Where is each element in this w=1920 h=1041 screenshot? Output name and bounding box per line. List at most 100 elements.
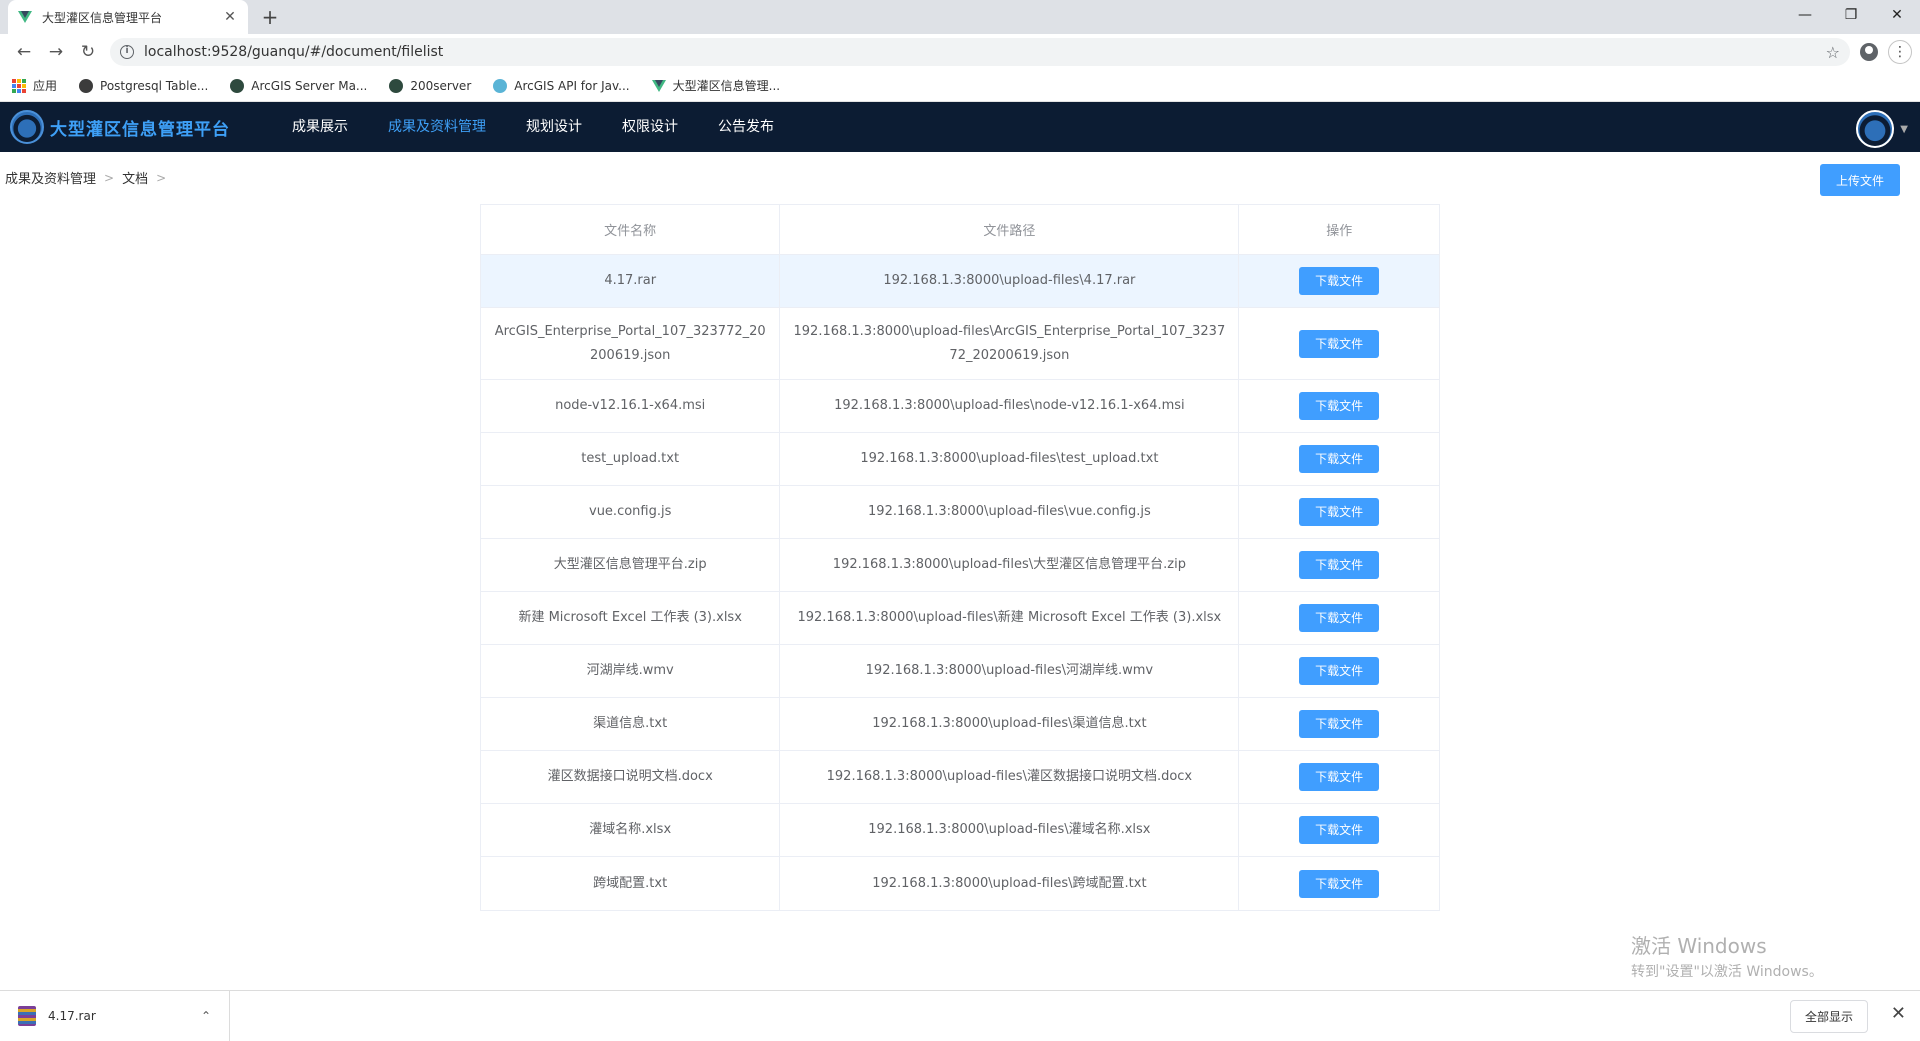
bookmark-apps[interactable]: 应用 xyxy=(12,77,57,94)
table-row: vue.config.js 192.168.1.3:8000\upload-fi… xyxy=(481,486,1439,539)
arcgis-api-icon xyxy=(493,78,508,93)
bookmark-postgresql[interactable]: Postgresql Table... xyxy=(79,78,208,93)
breadcrumb-item[interactable]: 成果及资料管理 xyxy=(5,168,96,187)
minimize-icon[interactable]: — xyxy=(1782,0,1828,30)
file-name-cell: ArcGIS_Enterprise_Portal_107_323772_2020… xyxy=(481,308,781,379)
file-path-cell: 192.168.1.3:8000\upload-files\vue.config… xyxy=(780,486,1240,538)
main-nav: 成果展示 成果及资料管理 规划设计 权限设计 公告发布 xyxy=(272,102,794,152)
bookmark-arcgis-api[interactable]: ArcGIS API for Jav... xyxy=(493,78,630,93)
file-path-cell: 192.168.1.3:8000\upload-files\大型灌区信息管理平台… xyxy=(780,539,1240,591)
actions-cell: 下载文件 xyxy=(1239,486,1439,538)
user-menu[interactable]: ▼ xyxy=(1856,110,1908,148)
reload-icon[interactable]: ↻ xyxy=(72,38,104,66)
arcgis-globe-icon xyxy=(389,78,404,93)
download-file-button[interactable]: 下载文件 xyxy=(1299,329,1380,358)
upload-file-button[interactable]: 上传文件 xyxy=(1820,164,1900,196)
new-tab-button[interactable]: + xyxy=(258,5,282,29)
app-header: 大型灌区信息管理平台 成果展示 成果及资料管理 规划设计 权限设计 公告发布 ▼ xyxy=(0,102,1920,152)
nav-item-announcement[interactable]: 公告发布 xyxy=(698,102,794,152)
file-name-cell: 渠道信息.txt xyxy=(481,698,781,750)
browser-tab-strip: 大型灌区信息管理平台 ✕ + — ❐ ✕ xyxy=(0,0,1920,34)
table-row: test_upload.txt 192.168.1.3:8000\upload-… xyxy=(481,433,1439,486)
restore-icon[interactable]: ❐ xyxy=(1828,0,1874,30)
tab-close-icon[interactable]: ✕ xyxy=(222,9,238,25)
table-row: 新建 Microsoft Excel 工作表 (3).xlsx 192.168.… xyxy=(481,592,1439,645)
download-file-button[interactable]: 下载文件 xyxy=(1299,710,1380,738)
file-name-cell: 跨域配置.txt xyxy=(481,857,781,910)
profile-icon[interactable] xyxy=(1860,43,1878,61)
bookmark-200server[interactable]: 200server xyxy=(389,78,472,93)
file-table: 文件名称 文件路径 操作 4.17.rar 192.168.1.3:8000\u… xyxy=(480,204,1440,911)
vue-favicon-icon xyxy=(651,79,666,92)
chevron-up-icon[interactable]: ⌃ xyxy=(201,1009,211,1023)
download-item[interactable]: 4.17.rar ⌃ xyxy=(0,990,230,1041)
download-file-button[interactable]: 下载文件 xyxy=(1299,763,1380,791)
show-all-downloads-button[interactable]: 全部显示 xyxy=(1789,1000,1868,1033)
logo-text: 大型灌区信息管理平台 xyxy=(50,119,230,140)
actions-cell: 下载文件 xyxy=(1239,804,1439,856)
table-row: 大型灌区信息管理平台.zip 192.168.1.3:8000\upload-f… xyxy=(481,539,1439,592)
breadcrumb-item[interactable]: 文档 xyxy=(122,168,148,187)
close-window-icon[interactable]: ✕ xyxy=(1874,0,1920,30)
file-name-cell: 河湖岸线.wmv xyxy=(481,645,781,697)
url-text[interactable]: localhost:9528/guanqu/#/document/filelis… xyxy=(144,44,1826,60)
table-row: node-v12.16.1-x64.msi 192.168.1.3:8000\u… xyxy=(481,380,1439,433)
actions-cell: 下载文件 xyxy=(1239,698,1439,750)
nav-item-results-management[interactable]: 成果及资料管理 xyxy=(368,102,506,152)
download-file-button[interactable]: 下载文件 xyxy=(1299,392,1380,420)
rar-archive-icon xyxy=(18,1005,36,1026)
bookmark-label: 200server xyxy=(410,78,472,93)
download-shelf: 4.17.rar ⌃ 全部显示 ✕ xyxy=(0,990,1920,1041)
breadcrumb: 成果及资料管理 > 文档 > xyxy=(5,168,166,188)
window-controls: — ❐ ✕ xyxy=(1782,0,1920,30)
back-arrow-icon[interactable]: ← xyxy=(8,38,40,66)
nav-item-permission-design[interactable]: 权限设计 xyxy=(602,102,698,152)
avatar[interactable] xyxy=(1856,110,1895,148)
bookmark-star-icon[interactable]: ☆ xyxy=(1826,43,1840,62)
browser-tab[interactable]: 大型灌区信息管理平台 ✕ xyxy=(8,0,248,34)
file-path-cell: 192.168.1.3:8000\upload-files\test_uploa… xyxy=(780,433,1240,485)
forward-arrow-icon[interactable]: → xyxy=(40,38,72,66)
vue-favicon-icon xyxy=(18,11,32,23)
nav-item-results-display[interactable]: 成果展示 xyxy=(272,102,368,152)
download-file-button[interactable]: 下载文件 xyxy=(1299,551,1380,579)
download-file-button[interactable]: 下载文件 xyxy=(1299,498,1380,526)
app-logo[interactable]: 大型灌区信息管理平台 xyxy=(0,110,272,144)
download-file-button[interactable]: 下载文件 xyxy=(1299,445,1380,473)
tab-title: 大型灌区信息管理平台 xyxy=(42,10,163,25)
download-file-button[interactable]: 下载文件 xyxy=(1299,267,1380,295)
file-path-cell: 192.168.1.3:8000\upload-files\跨域配置.txt xyxy=(780,857,1240,910)
column-header-actions: 操作 xyxy=(1326,224,1353,239)
address-bar[interactable]: i localhost:9528/guanqu/#/document/filel… xyxy=(110,38,1850,66)
file-path-cell: 192.168.1.3:8000\upload-files\灌区数据接口说明文档… xyxy=(780,751,1240,803)
actions-cell: 下载文件 xyxy=(1239,645,1439,697)
site-info-icon[interactable]: i xyxy=(120,45,134,59)
actions-cell: 下载文件 xyxy=(1239,751,1439,803)
table-row: 4.17.rar 192.168.1.3:8000\upload-files\4… xyxy=(481,255,1439,308)
actions-cell: 下载文件 xyxy=(1239,380,1439,432)
bookmark-guanqu[interactable]: 大型灌区信息管理... xyxy=(651,77,781,94)
close-shelf-icon[interactable]: ✕ xyxy=(1891,1003,1906,1024)
watermark-subtitle: 转到"设置"以激活 Windows。 xyxy=(1631,964,1823,980)
file-name-cell: 大型灌区信息管理平台.zip xyxy=(481,539,781,591)
download-file-button[interactable]: 下载文件 xyxy=(1299,816,1380,844)
file-name-cell: node-v12.16.1-x64.msi xyxy=(481,380,781,432)
file-path-cell: 192.168.1.3:8000\upload-files\河湖岸线.wmv xyxy=(780,645,1240,697)
download-file-button[interactable]: 下载文件 xyxy=(1299,604,1380,632)
globe-icon xyxy=(79,78,94,93)
bookmark-arcgis-server[interactable]: ArcGIS Server Ma... xyxy=(230,78,367,93)
table-row: ArcGIS_Enterprise_Portal_107_323772_2020… xyxy=(481,308,1439,380)
bookmark-label: 大型灌区信息管理... xyxy=(672,79,781,93)
file-name-cell: vue.config.js xyxy=(481,486,781,538)
caret-down-icon[interactable]: ▼ xyxy=(1900,124,1908,135)
nav-item-planning-design[interactable]: 规划设计 xyxy=(506,102,602,152)
file-path-cell: 192.168.1.3:8000\upload-files\渠道信息.txt xyxy=(780,698,1240,750)
kebab-menu-icon[interactable]: ⋮ xyxy=(1888,40,1912,64)
column-header-path: 文件路径 xyxy=(780,205,1240,254)
download-file-button[interactable]: 下载文件 xyxy=(1299,869,1380,898)
file-path-cell: 192.168.1.3:8000\upload-files\新建 Microso… xyxy=(780,592,1240,644)
file-name-cell: 新建 Microsoft Excel 工作表 (3).xlsx xyxy=(481,592,781,644)
file-name-cell: 灌域名称.xlsx xyxy=(481,804,781,856)
bookmarks-bar: 应用 Postgresql Table... ArcGIS Server Ma.… xyxy=(0,70,1920,102)
download-file-button[interactable]: 下载文件 xyxy=(1299,657,1380,685)
